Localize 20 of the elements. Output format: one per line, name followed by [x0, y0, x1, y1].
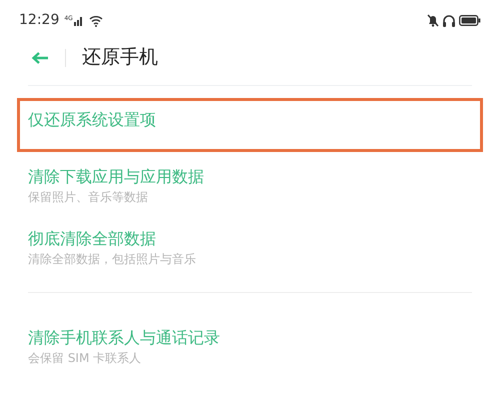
option-title: 清除手机联系人与通话记录: [28, 327, 221, 349]
status-time: 12:29: [19, 11, 60, 30]
back-arrow-icon: [31, 50, 49, 64]
settings-option[interactable]: 仅还原系统设置项: [17, 98, 483, 152]
option-description: 清除全部数据，包括照片与音乐: [28, 251, 197, 268]
option-description: 会保留 SIM 卡联系人: [28, 350, 142, 367]
page-title: 还原手机: [82, 45, 158, 70]
option-title: 仅还原系统设置项: [28, 109, 157, 131]
muted-bell-icon: [427, 14, 439, 27]
option-title: 清除下载应用与应用数据: [28, 166, 205, 188]
wifi-icon: [88, 14, 103, 26]
battery-icon: [459, 15, 481, 26]
settings-option[interactable]: 清除下载应用与应用数据 保留照片、音乐等数据: [28, 160, 472, 212]
headphones-icon: [442, 14, 456, 28]
settings-option[interactable]: 清除手机联系人与通话记录 会保留 SIM 卡联系人: [28, 321, 472, 373]
settings-option[interactable]: 彻底清除全部数据 清除全部数据，包括照片与音乐: [28, 222, 472, 274]
option-title: 彻底清除全部数据: [28, 228, 157, 250]
back-button[interactable]: [31, 50, 49, 64]
option-description: 保留照片、音乐等数据: [28, 189, 149, 206]
signal-icon: [74, 16, 84, 26]
